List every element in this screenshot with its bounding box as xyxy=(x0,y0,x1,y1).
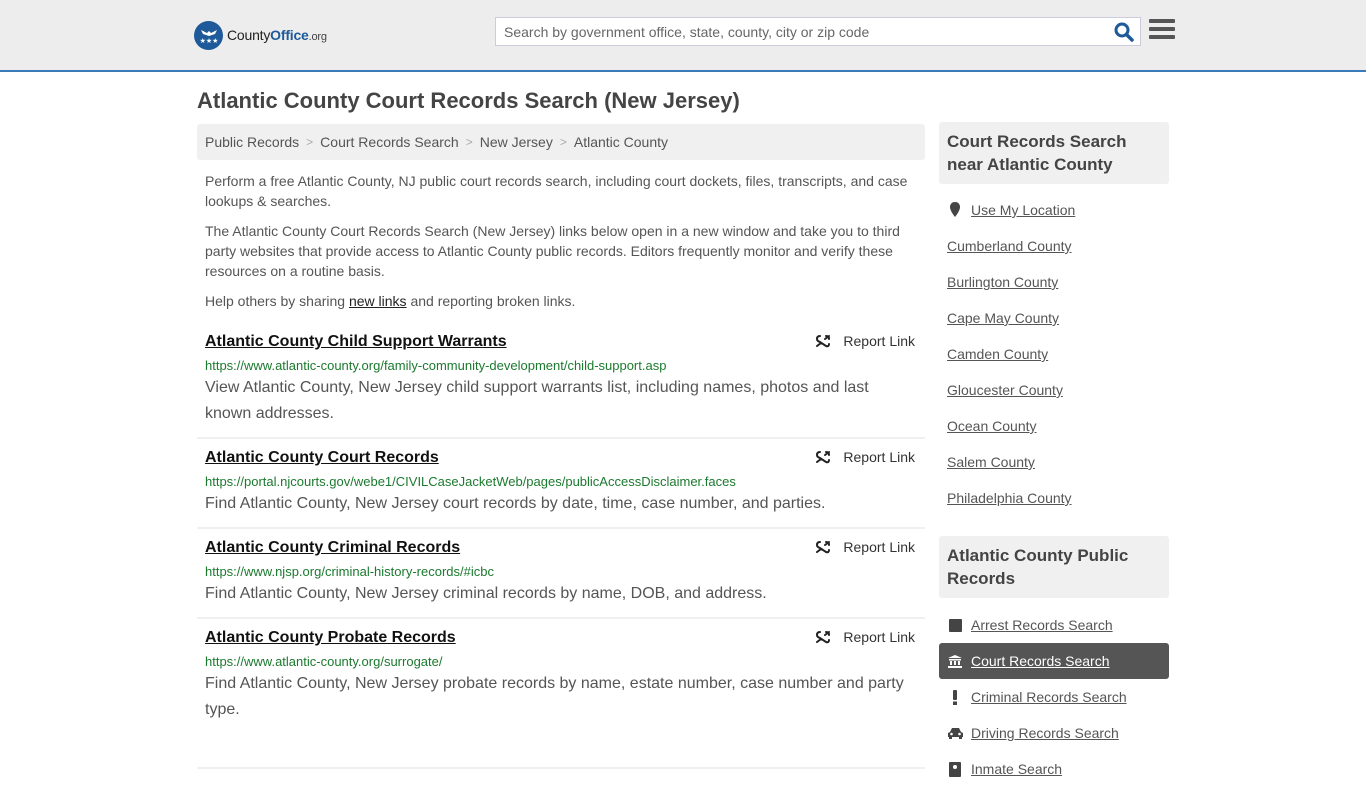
share-links-paragraph: Help others by sharing new links and rep… xyxy=(205,293,576,309)
exclamation-icon xyxy=(947,689,963,705)
breadcrumb-new-jersey[interactable]: New Jersey xyxy=(480,134,553,150)
result-item: Atlantic County Court Records Report Lin… xyxy=(197,448,925,529)
result-item: Atlantic County Probate Records Report L… xyxy=(197,628,925,769)
svg-text:★★★: ★★★ xyxy=(199,37,218,45)
new-links-link[interactable]: new links xyxy=(349,293,407,309)
nearby-county-link[interactable]: Philadelphia County xyxy=(947,490,1072,506)
breadcrumb-separator: > xyxy=(465,135,473,149)
sidebar: Court Records Search near Atlantic Count… xyxy=(939,122,1169,787)
result-url: https://www.atlantic-county.org/surrogat… xyxy=(205,654,443,669)
result-description: Find Atlantic County, New Jersey court r… xyxy=(205,495,826,512)
nearby-county-link[interactable]: Burlington County xyxy=(947,274,1058,290)
courthouse-icon xyxy=(947,654,963,668)
result-description: View Atlantic County, New Jersey child s… xyxy=(205,379,869,422)
sidebar-link[interactable]: Court Records Search xyxy=(971,653,1110,669)
site-search xyxy=(495,17,1141,46)
report-link-button[interactable]: Report Link xyxy=(815,449,915,465)
site-logo[interactable]: ★★★ CountyOffice.org xyxy=(194,20,327,50)
sidebar-link[interactable]: Criminal Records Search xyxy=(971,689,1127,705)
result-title-link[interactable]: Atlantic County Criminal Records xyxy=(205,538,460,558)
breadcrumb: Public Records > Court Records Search > … xyxy=(197,124,925,160)
search-icon[interactable] xyxy=(1114,22,1134,42)
nearby-county-link[interactable]: Cape May County xyxy=(947,310,1059,326)
result-url: https://portal.njcourts.gov/webe1/CIVILC… xyxy=(205,474,736,489)
nearby-county-item[interactable]: Ocean County xyxy=(939,408,1169,444)
nearby-county-item[interactable]: Cumberland County xyxy=(939,228,1169,264)
inmate-icon xyxy=(947,761,963,777)
sidebar-item-court-records[interactable]: Court Records Search xyxy=(939,643,1169,679)
nearby-county-link[interactable]: Camden County xyxy=(947,346,1048,362)
intro-text: Perform a free Atlantic County, NJ publi… xyxy=(197,171,925,311)
result-url: https://www.atlantic-county.org/family-c… xyxy=(205,358,667,373)
broken-link-icon xyxy=(816,451,831,464)
breadcrumb-atlantic-county[interactable]: Atlantic County xyxy=(574,134,668,150)
intro-paragraph: The Atlantic County Court Records Search… xyxy=(205,223,900,279)
broken-link-icon xyxy=(816,335,831,348)
result-title-link[interactable]: Atlantic County Court Records xyxy=(205,448,439,468)
breadcrumb-court-records-search[interactable]: Court Records Search xyxy=(320,134,459,150)
nearby-county-link[interactable]: Salem County xyxy=(947,454,1035,470)
nearby-county-item[interactable]: Gloucester County xyxy=(939,372,1169,408)
result-item: Atlantic County Child Support Warrants R… xyxy=(197,332,925,439)
sidebar-item-criminal-records[interactable]: Criminal Records Search xyxy=(939,679,1169,715)
use-my-location-item[interactable]: Use My Location xyxy=(939,192,1169,228)
nearby-heading: Court Records Search near Atlantic Count… xyxy=(939,122,1169,184)
nearby-county-item[interactable]: Cape May County xyxy=(939,300,1169,336)
sidebar-item-arrest-records[interactable]: Arrest Records Search xyxy=(939,607,1169,643)
sidebar-item-inmate-search[interactable]: Inmate Search xyxy=(939,751,1169,787)
result-title-link[interactable]: Atlantic County Probate Records xyxy=(205,628,456,648)
broken-link-icon xyxy=(816,541,831,554)
sidebar-link[interactable]: Inmate Search xyxy=(971,761,1062,777)
result-item: Atlantic County Criminal Records Report … xyxy=(197,538,925,619)
breadcrumb-public-records[interactable]: Public Records xyxy=(205,134,299,150)
nearby-county-link[interactable]: Gloucester County xyxy=(947,382,1063,398)
nearby-county-item[interactable]: Philadelphia County xyxy=(939,480,1169,516)
intro-paragraph: Perform a free Atlantic County, NJ publi… xyxy=(205,173,908,209)
car-icon xyxy=(947,727,963,739)
nearby-county-link[interactable]: Cumberland County xyxy=(947,238,1072,254)
square-icon xyxy=(947,618,963,632)
breadcrumb-separator: > xyxy=(306,135,314,149)
main-content: Public Records > Court Records Search > … xyxy=(197,124,925,778)
sidebar-link[interactable]: Driving Records Search xyxy=(971,725,1119,741)
page-title: Atlantic County Court Records Search (Ne… xyxy=(197,88,740,113)
sidebar-item-driving-records[interactable]: Driving Records Search xyxy=(939,715,1169,751)
result-url: https://www.njsp.org/criminal-history-re… xyxy=(205,564,494,579)
nearby-list: Use My Location Cumberland County Burlin… xyxy=(939,184,1169,516)
report-link-button[interactable]: Report Link xyxy=(815,333,915,349)
result-description: Find Atlantic County, New Jersey probate… xyxy=(205,675,904,718)
report-link-button[interactable]: Report Link xyxy=(815,539,915,555)
eagle-logo-icon: ★★★ xyxy=(194,20,223,50)
hamburger-menu-icon[interactable] xyxy=(1149,19,1175,43)
logo-text: CountyOffice.org xyxy=(227,27,327,43)
search-input[interactable] xyxy=(496,18,1096,45)
use-my-location-link[interactable]: Use My Location xyxy=(971,202,1075,218)
result-description: Find Atlantic County, New Jersey crimina… xyxy=(205,585,767,602)
top-header: ★★★ CountyOffice.org xyxy=(0,0,1366,72)
report-link-button[interactable]: Report Link xyxy=(815,629,915,645)
sidebar-link[interactable]: Arrest Records Search xyxy=(971,617,1113,633)
result-title-link[interactable]: Atlantic County Child Support Warrants xyxy=(205,332,507,352)
broken-link-icon xyxy=(816,631,831,644)
nearby-county-item[interactable]: Salem County xyxy=(939,444,1169,480)
nearby-county-item[interactable]: Burlington County xyxy=(939,264,1169,300)
nearby-county-link[interactable]: Ocean County xyxy=(947,418,1037,434)
public-records-heading: Atlantic County Public Records xyxy=(939,536,1169,598)
nearby-county-item[interactable]: Camden County xyxy=(939,336,1169,372)
map-marker-icon xyxy=(947,202,963,218)
breadcrumb-separator: > xyxy=(559,135,567,149)
public-records-list: Arrest Records Search Court Records Sear… xyxy=(939,598,1169,787)
results-list: Atlantic County Child Support Warrants R… xyxy=(197,332,925,769)
